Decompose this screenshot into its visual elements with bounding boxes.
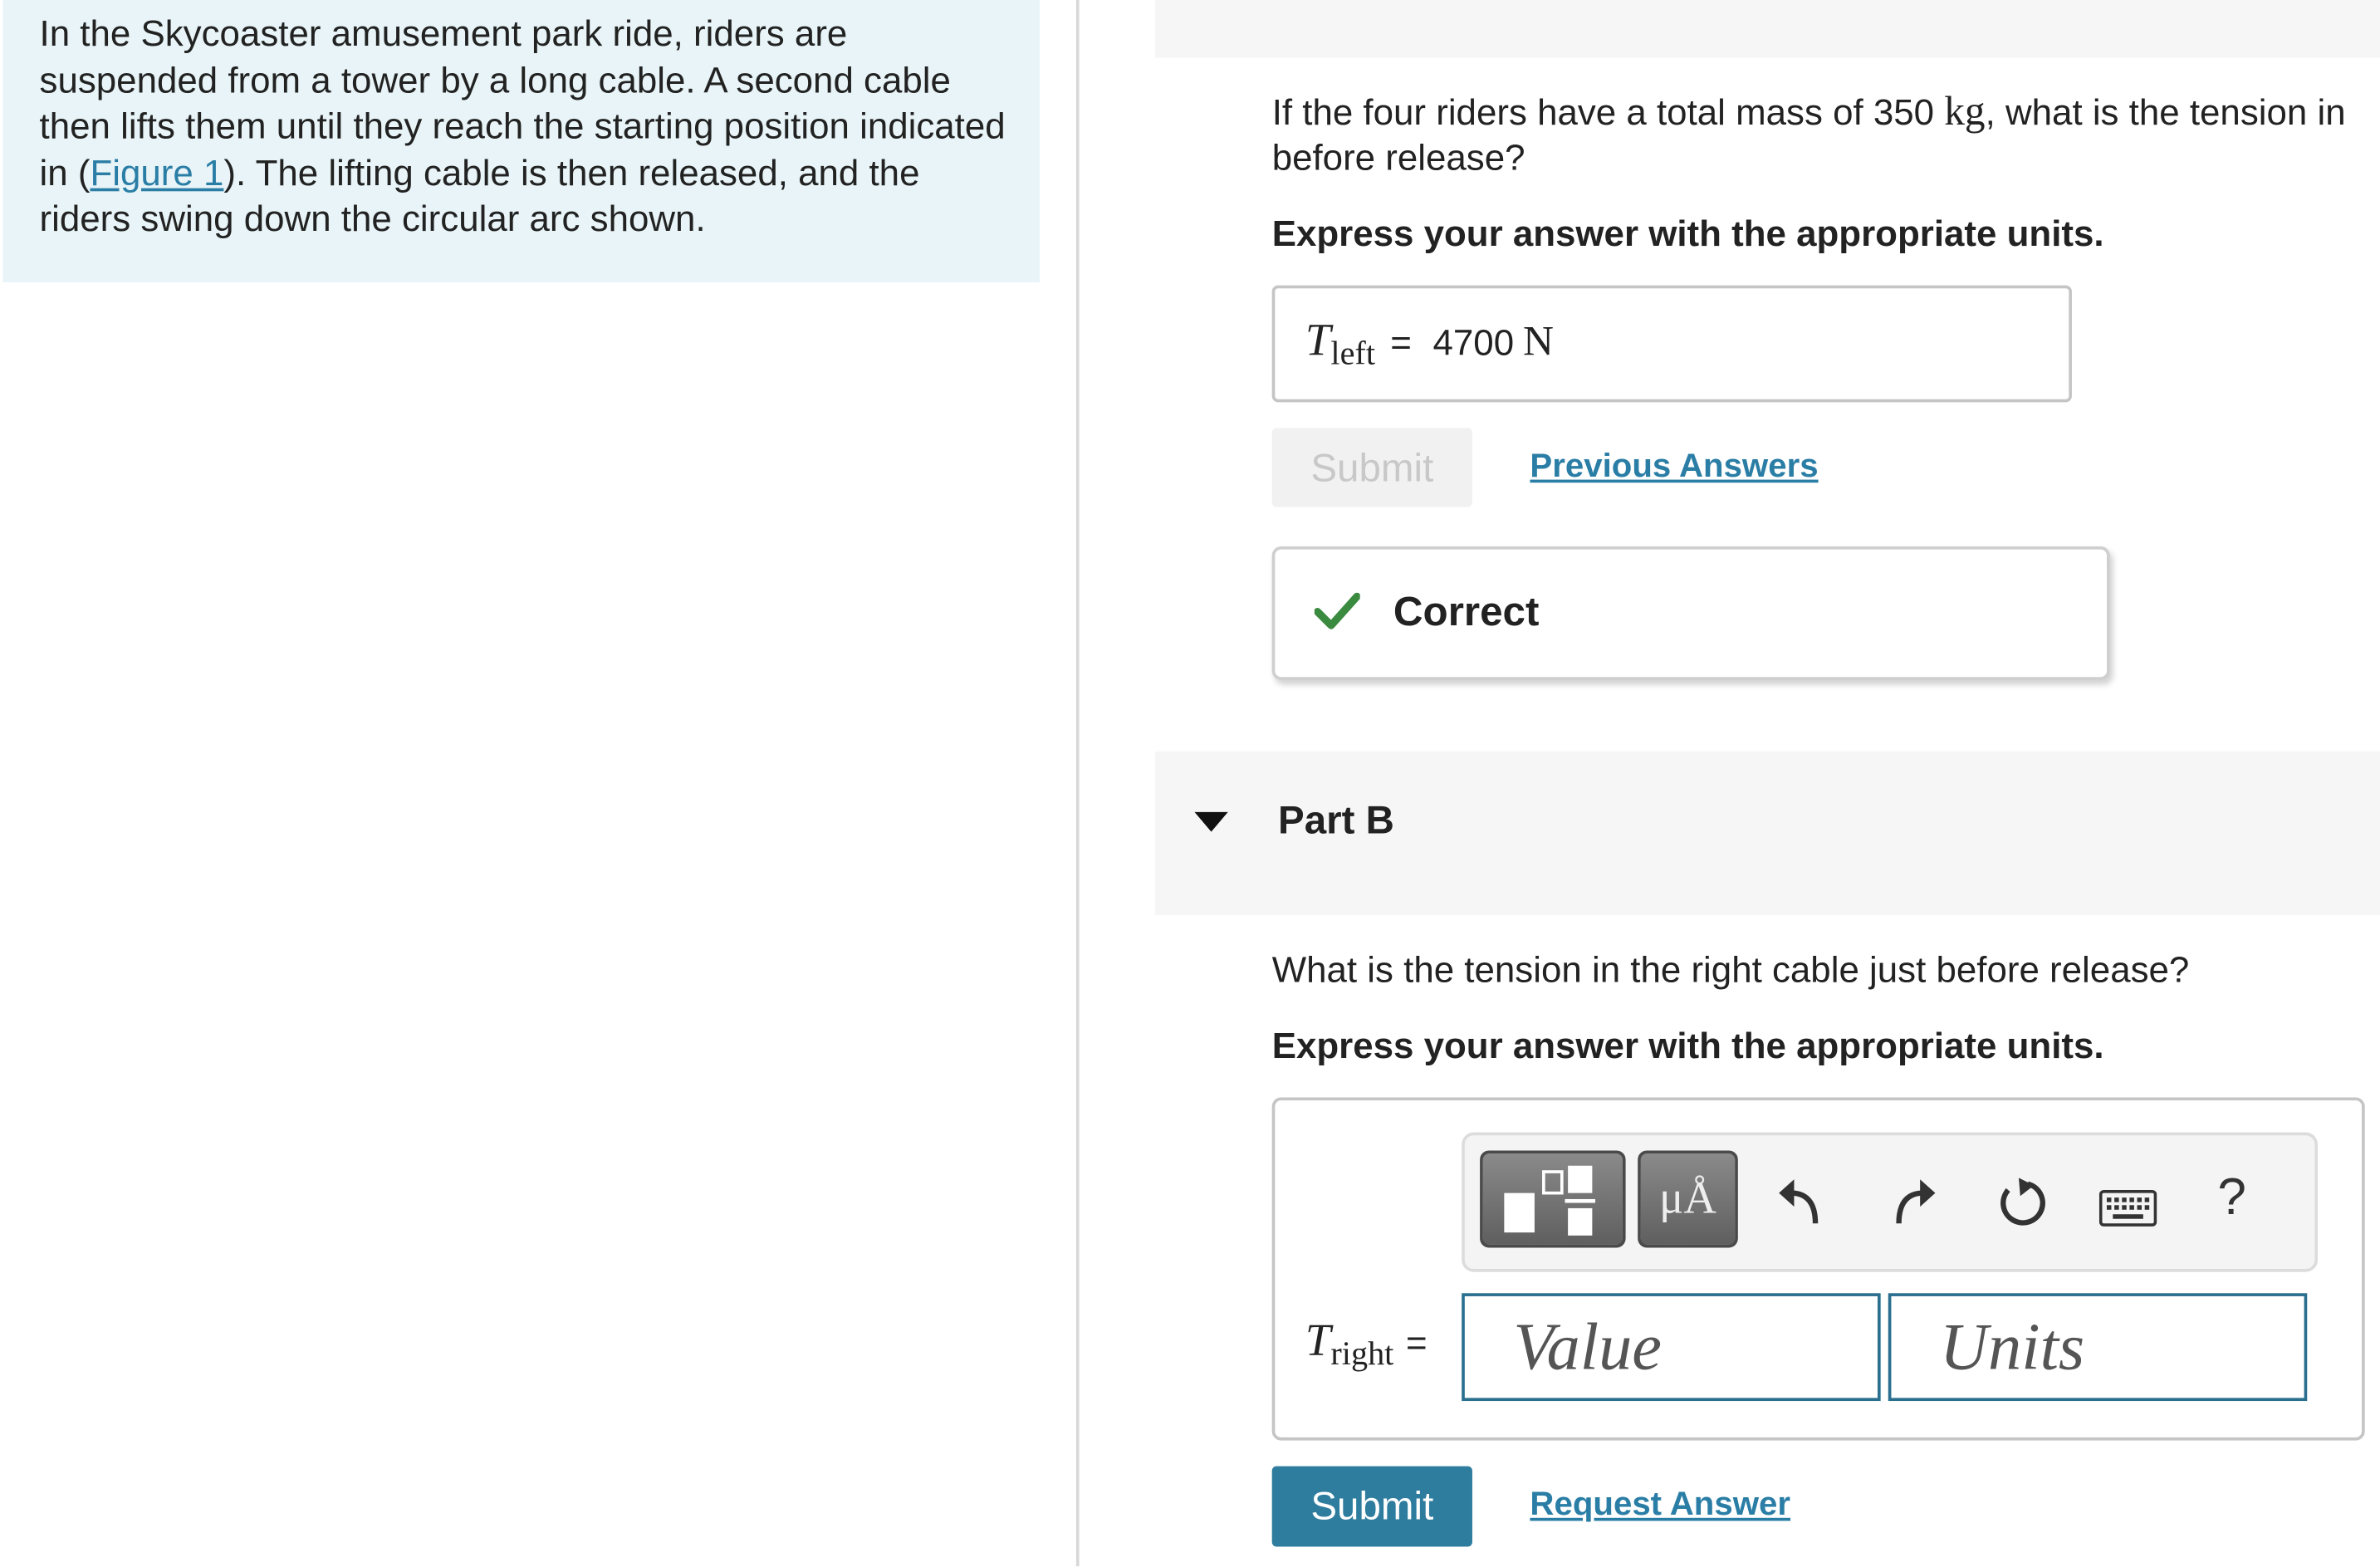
answer-subscript: right: [1330, 1334, 1394, 1373]
part-a-question-start: If the four riders have a total mass of …: [1271, 92, 1945, 134]
part-a-submit-button[interactable]: Submit: [1271, 428, 1472, 507]
part-b-title: Part B: [1278, 796, 1394, 843]
part-a-question: If the four riders have a total mass of …: [1272, 86, 2380, 138]
previous-answers-link[interactable]: Previous Answers: [1530, 446, 1818, 486]
keyboard-icon[interactable]: [2098, 1189, 2157, 1230]
part-a-question-end: , what is the tension in: [1985, 92, 2346, 134]
templates-icon: [1504, 1165, 1596, 1236]
part-b-submit-button[interactable]: Submit: [1271, 1466, 1472, 1547]
part-b-instruction: Express your answer with the appropriate…: [1271, 1026, 2104, 1067]
checkmark-icon: [1314, 592, 1360, 629]
math-toolbar: μÅ ?: [1462, 1132, 2319, 1272]
top-header-band: [1154, 0, 2380, 58]
part-a-instruction: Express your answer with the appropriate…: [1271, 213, 2104, 256]
value-input[interactable]: Value: [1462, 1293, 1881, 1402]
part-b-answer-panel: μÅ ? T right = Value Units: [1271, 1097, 2365, 1441]
request-answer-link[interactable]: Request Answer: [1530, 1485, 1790, 1525]
symbols-icon: μÅ: [1659, 1173, 1717, 1224]
feedback-status: Correct: [1393, 589, 1540, 635]
part-a-answer-expression: Tleft = 4700 N: [1305, 316, 1555, 372]
help-icon[interactable]: ?: [2217, 1168, 2246, 1227]
part-b-question: What is the tension in the right cable j…: [1271, 950, 2190, 992]
part-a-mass-unit: kg: [1944, 88, 1986, 134]
part-b-variable-label: Tright =: [1305, 1315, 1428, 1373]
collapse-caret-icon[interactable]: [1194, 811, 1228, 832]
equals-sign: =: [1405, 1323, 1428, 1365]
answer-variable: T: [1305, 316, 1331, 366]
problem-intro-panel: In the Skycoaster amusement park ride, r…: [2, 0, 1041, 282]
answer-subscript: left: [1330, 334, 1376, 372]
figure-link[interactable]: Figure 1: [90, 153, 223, 193]
equals-sign: =: [1390, 323, 1412, 365]
answer-variable: T: [1305, 1315, 1331, 1367]
part-a-feedback: Correct: [1271, 546, 2110, 680]
undo-icon[interactable]: [1773, 1172, 1828, 1232]
column-divider: [1075, 0, 1080, 1567]
problem-intro-text: In the Skycoaster amusement park ride, r…: [40, 12, 1011, 245]
part-a-answer-display: Tleft = 4700 N: [1271, 285, 2072, 403]
symbols-button[interactable]: μÅ: [1638, 1150, 1738, 1248]
reset-icon[interactable]: [1995, 1172, 2049, 1232]
redo-icon[interactable]: [1887, 1172, 1942, 1232]
answer-value: 4700: [1432, 323, 1515, 365]
part-a-question-line2: before release?: [1271, 138, 1525, 179]
part-b-header[interactable]: Part B: [1154, 751, 2380, 916]
page-root: In the Skycoaster amusement park ride, r…: [0, 0, 2380, 1567]
templates-button[interactable]: [1480, 1150, 1626, 1248]
units-input[interactable]: Units: [1888, 1293, 2308, 1402]
answer-unit: N: [1523, 318, 1555, 366]
